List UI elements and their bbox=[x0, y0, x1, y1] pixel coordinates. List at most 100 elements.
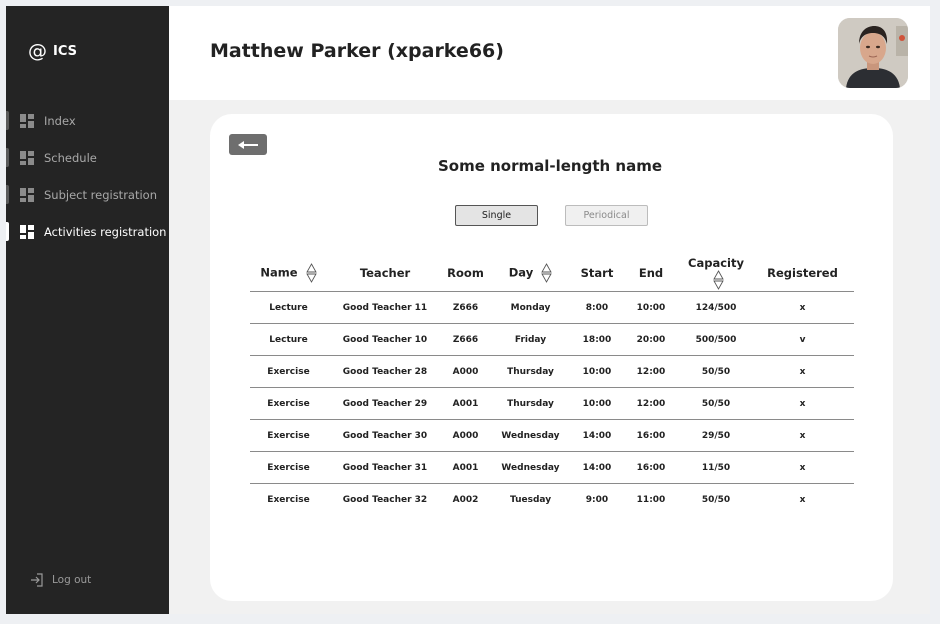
cell-capacity: 50/50 bbox=[701, 366, 731, 377]
sidebar-nav: Index Schedule Subject registration Acti… bbox=[6, 102, 169, 250]
column-header-start: Start bbox=[580, 265, 614, 280]
avatar[interactable] bbox=[838, 18, 908, 88]
cell-teacher: Good Teacher 28 bbox=[342, 366, 428, 377]
sidebar: @ ICS Index Schedule Subject registratio… bbox=[6, 6, 169, 614]
page-title: Matthew Parker (xparke66) bbox=[210, 40, 504, 62]
periodical-mode-button[interactable]: Periodical bbox=[565, 205, 648, 226]
sidebar-item-label: Subject registration bbox=[44, 187, 157, 202]
sidebar-item-subject-registration[interactable]: Subject registration bbox=[6, 176, 169, 213]
cell-registered[interactable]: x bbox=[751, 463, 854, 473]
nav-marker bbox=[6, 111, 9, 130]
cell-end: 20:00 bbox=[636, 334, 666, 345]
cell-day: Wednesday bbox=[501, 430, 560, 441]
column-header-day[interactable]: Day bbox=[488, 262, 573, 283]
cell-end: 10:00 bbox=[636, 302, 666, 313]
sidebar-item-label: Schedule bbox=[44, 150, 97, 165]
sort-icon[interactable] bbox=[541, 262, 553, 283]
cell-day: Wednesday bbox=[501, 462, 560, 473]
cell-registered[interactable]: x bbox=[751, 367, 854, 377]
table-row[interactable]: Lecture Good Teacher 11 Z666 Monday 8:00 10:0… bbox=[250, 292, 854, 324]
cell-capacity: 11/50 bbox=[701, 462, 731, 473]
cell-start: 9:00 bbox=[585, 494, 609, 505]
table-row[interactable]: Exercise Good Teacher 31 A001 Wednesday 14:0… bbox=[250, 452, 854, 484]
cell-capacity: 500/500 bbox=[695, 334, 737, 345]
table-row[interactable]: Exercise Good Teacher 30 A000 Wednesday 14:0… bbox=[250, 420, 854, 452]
table-header: Name Teacher Room Day Start End Capacity bbox=[250, 254, 854, 292]
column-header-registered: Registered bbox=[767, 265, 838, 280]
subject-title: Some normal-length name bbox=[437, 157, 663, 175]
dashboard-icon bbox=[20, 224, 34, 239]
column-header-teacher: Teacher bbox=[359, 265, 411, 280]
cell-room: A001 bbox=[452, 462, 479, 473]
table-row[interactable]: Lecture Good Teacher 10 Z666 Friday 18:00 20:… bbox=[250, 324, 854, 356]
cell-capacity: 50/50 bbox=[701, 398, 731, 409]
activities-card: Some normal-length name Single Periodica… bbox=[210, 114, 893, 601]
cell-start: 8:00 bbox=[585, 302, 609, 313]
brand-name: ICS bbox=[53, 44, 77, 59]
cell-start: 10:00 bbox=[582, 366, 612, 377]
cell-registered[interactable]: x bbox=[751, 303, 854, 313]
logout-button[interactable]: Log out bbox=[30, 573, 91, 587]
cell-capacity: 50/50 bbox=[701, 494, 731, 505]
cell-teacher: Good Teacher 30 bbox=[342, 430, 428, 441]
cell-day: Tuesday bbox=[509, 494, 552, 505]
nav-marker bbox=[6, 185, 9, 204]
single-mode-button[interactable]: Single bbox=[455, 205, 538, 226]
cell-start: 14:00 bbox=[582, 462, 612, 473]
cell-capacity: 29/50 bbox=[701, 430, 731, 441]
app-frame: @ ICS Index Schedule Subject registratio… bbox=[6, 6, 930, 614]
dashboard-icon bbox=[20, 150, 34, 165]
cell-day: Friday bbox=[514, 334, 547, 345]
sidebar-item-label: Index bbox=[44, 113, 76, 128]
arrow-left-icon bbox=[238, 140, 258, 149]
cell-teacher: Good Teacher 11 bbox=[342, 302, 428, 313]
sidebar-item-label: Activities registration bbox=[44, 224, 167, 239]
cell-registered[interactable]: x bbox=[751, 399, 854, 409]
column-header-name[interactable]: Name bbox=[250, 262, 327, 283]
cell-name: Exercise bbox=[267, 398, 310, 409]
table-row[interactable]: Exercise Good Teacher 29 A001 Thursday 10:00… bbox=[250, 388, 854, 420]
cell-teacher: Good Teacher 10 bbox=[342, 334, 428, 345]
cell-start: 18:00 bbox=[582, 334, 612, 345]
dashboard-icon bbox=[20, 187, 34, 202]
cell-registered[interactable]: x bbox=[751, 495, 854, 505]
cell-teacher: Good Teacher 29 bbox=[342, 398, 428, 409]
cell-end: 11:00 bbox=[636, 494, 666, 505]
cell-day: Thursday bbox=[507, 398, 554, 409]
cell-room: A000 bbox=[452, 366, 479, 377]
cell-name: Lecture bbox=[269, 334, 308, 345]
column-header-room: Room bbox=[447, 265, 484, 280]
column-header-capacity[interactable]: Capacity bbox=[681, 256, 751, 290]
cell-registered[interactable]: x bbox=[751, 431, 854, 441]
cell-room: Z666 bbox=[452, 334, 479, 345]
nav-marker bbox=[6, 222, 9, 241]
column-header-end: End bbox=[638, 265, 664, 280]
cell-name: Exercise bbox=[267, 494, 310, 505]
brand-logo: @ ICS bbox=[28, 42, 77, 61]
sort-icon[interactable] bbox=[712, 269, 724, 290]
header: Matthew Parker (xparke66) bbox=[169, 6, 930, 100]
table-row[interactable]: Exercise Good Teacher 28 A000 Thursday 10:00… bbox=[250, 356, 854, 388]
back-button[interactable] bbox=[229, 134, 267, 155]
nav-marker bbox=[6, 148, 9, 167]
sidebar-item-activities-registration[interactable]: Activities registration bbox=[6, 213, 169, 250]
cell-name: Exercise bbox=[267, 430, 310, 441]
cell-name: Exercise bbox=[267, 462, 310, 473]
cell-room: Z666 bbox=[452, 302, 479, 313]
table-row[interactable]: Exercise Good Teacher 32 A002 Tuesday 9:00 11… bbox=[250, 484, 854, 515]
logout-label: Log out bbox=[52, 574, 92, 586]
sort-icon[interactable] bbox=[305, 262, 317, 283]
cell-start: 10:00 bbox=[582, 398, 612, 409]
cell-capacity: 124/500 bbox=[695, 302, 737, 313]
cell-registered[interactable]: v bbox=[751, 335, 854, 345]
cell-end: 16:00 bbox=[636, 462, 666, 473]
cell-day: Thursday bbox=[507, 366, 554, 377]
activities-table: Name Teacher Room Day Start End Capacity bbox=[250, 254, 854, 515]
cell-end: 16:00 bbox=[636, 430, 666, 441]
dashboard-icon bbox=[20, 113, 34, 128]
cell-start: 14:00 bbox=[582, 430, 612, 441]
sidebar-item-index[interactable]: Index bbox=[6, 102, 169, 139]
cell-day: Monday bbox=[510, 302, 551, 313]
cell-teacher: Good Teacher 32 bbox=[342, 494, 428, 505]
sidebar-item-schedule[interactable]: Schedule bbox=[6, 139, 169, 176]
